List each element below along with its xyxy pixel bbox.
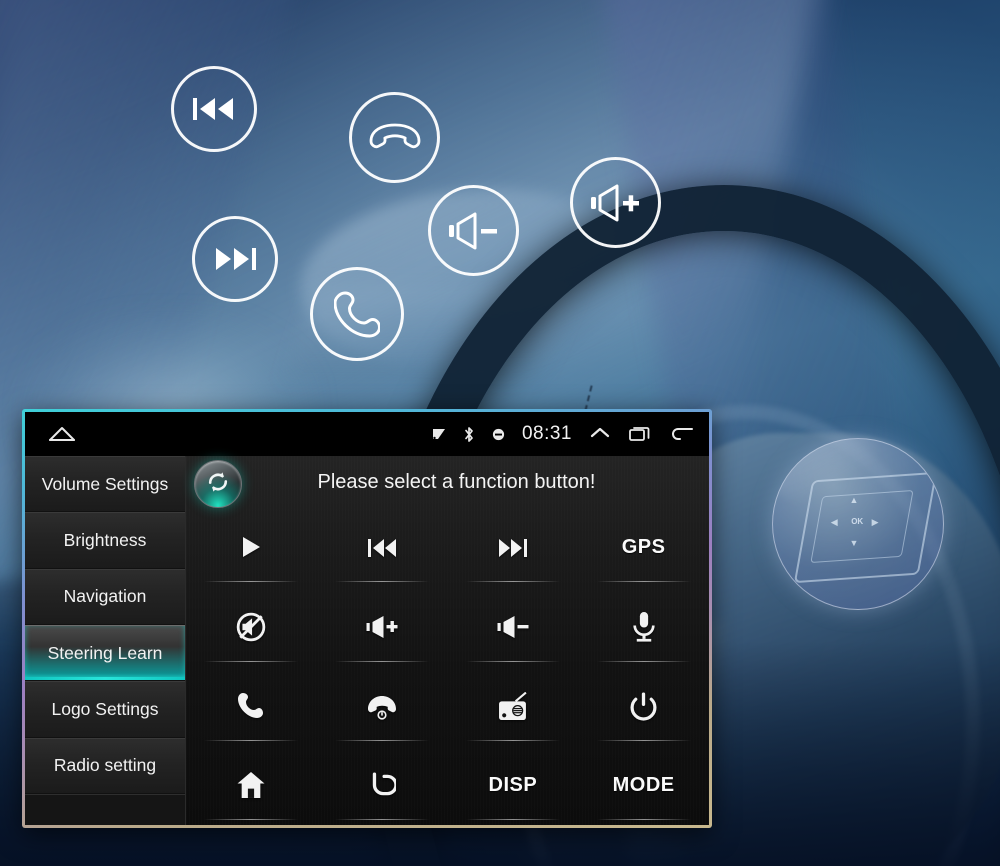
head-unit-device: 08:31 Volume Settings Brightness Navigatio… [22,409,712,828]
sidebar-item-steering-learn[interactable]: Steering Learn [25,624,185,682]
reset-button[interactable] [194,460,242,508]
status-bar-right-group: 08:31 [432,412,695,456]
button-label: DISP [488,773,538,796]
refresh-icon [204,468,232,501]
status-bar-clock: 08:31 [521,423,572,444]
answer-call-button[interactable] [186,667,317,746]
cast-icon [432,427,446,441]
prev-track-icon [171,66,257,152]
bluetooth-icon [463,426,475,443]
swc-left-arrow-icon: ◀ [830,517,838,528]
play-icon [238,535,265,561]
play-button[interactable] [186,508,317,587]
mode-button[interactable]: MODE [578,746,709,825]
next-track-icon [496,536,530,560]
volume-up-icon [364,614,400,640]
next-track-icon [192,216,278,302]
do-not-disturb-icon [492,428,505,441]
back-icon[interactable] [669,425,695,443]
radio-button[interactable] [448,667,579,746]
recents-icon[interactable] [628,424,652,444]
phone-icon [236,691,266,721]
sidebar-item-label: Brightness [63,529,147,550]
prev-track-icon [365,536,399,560]
swc-down-arrow-icon: ▼ [849,537,859,548]
sidebar-item-navigation[interactable]: Navigation [25,568,185,625]
volume-up-icon [570,157,661,248]
hangup-icon [366,692,398,721]
return-icon [368,772,397,798]
volume-down-icon [428,185,519,276]
voice-button[interactable] [578,587,709,666]
home-icon [236,771,266,799]
sidebar-item-label: Volume Settings [41,473,169,494]
disp-button[interactable]: DISP [448,746,579,825]
answer-phone-icon [310,267,404,361]
device-body: Volume Settings Brightness Navigation Steer… [25,456,709,825]
settings-sidebar: Volume Settings Brightness Navigation Steer… [25,456,186,825]
next-track-button[interactable] [448,508,579,587]
microphone-icon [629,611,659,642]
hangup-call-button[interactable] [317,667,448,746]
power-icon [629,692,658,721]
sidebar-item-label: Steering Learn [47,642,163,663]
sidebar-item-brightness[interactable]: Brightness [25,512,185,569]
back-button[interactable] [317,746,448,825]
device-screen: 08:31 Volume Settings Brightness Navigatio… [25,412,709,825]
mute-icon [236,612,266,642]
function-button-grid: GPS DISP MODE [186,508,709,825]
steering-wheel-control-magnifier: ▲ ▼ ◀ ▶ OK [772,438,944,610]
hangup-phone-icon [349,92,440,183]
mute-button[interactable] [186,587,317,666]
sidebar-item-label: Radio setting [53,755,157,776]
steering-learn-panel: Please select a function button! GPS DISP… [186,456,709,825]
chevron-up-icon[interactable] [589,425,611,443]
prev-track-button[interactable] [317,508,448,587]
volume-down-icon [495,614,531,640]
home-button[interactable] [186,746,317,825]
gps-button[interactable]: GPS [578,508,709,587]
home-icon[interactable] [47,424,77,444]
sidebar-bottom-spacer [25,793,185,825]
volume-down-button[interactable] [448,587,579,666]
sidebar-item-radio-setting[interactable]: Radio setting [25,737,185,794]
button-label: GPS [621,536,666,559]
volume-up-button[interactable] [317,587,448,666]
panel-header: Please select a function button! [186,456,709,508]
sidebar-item-label: Navigation [63,586,147,607]
android-status-bar: 08:31 [25,412,709,456]
swc-right-arrow-icon: ▶ [871,517,879,528]
button-label: MODE [612,773,675,796]
sidebar-item-logo-settings[interactable]: Logo Settings [25,681,185,738]
radio-icon [498,691,528,721]
sidebar-item-volume-settings[interactable]: Volume Settings [25,456,185,513]
swc-ok-label: OK [851,517,864,527]
panel-prompt: Please select a function button! [317,470,596,493]
power-button[interactable] [578,667,709,746]
sidebar-item-label: Logo Settings [51,698,159,719]
